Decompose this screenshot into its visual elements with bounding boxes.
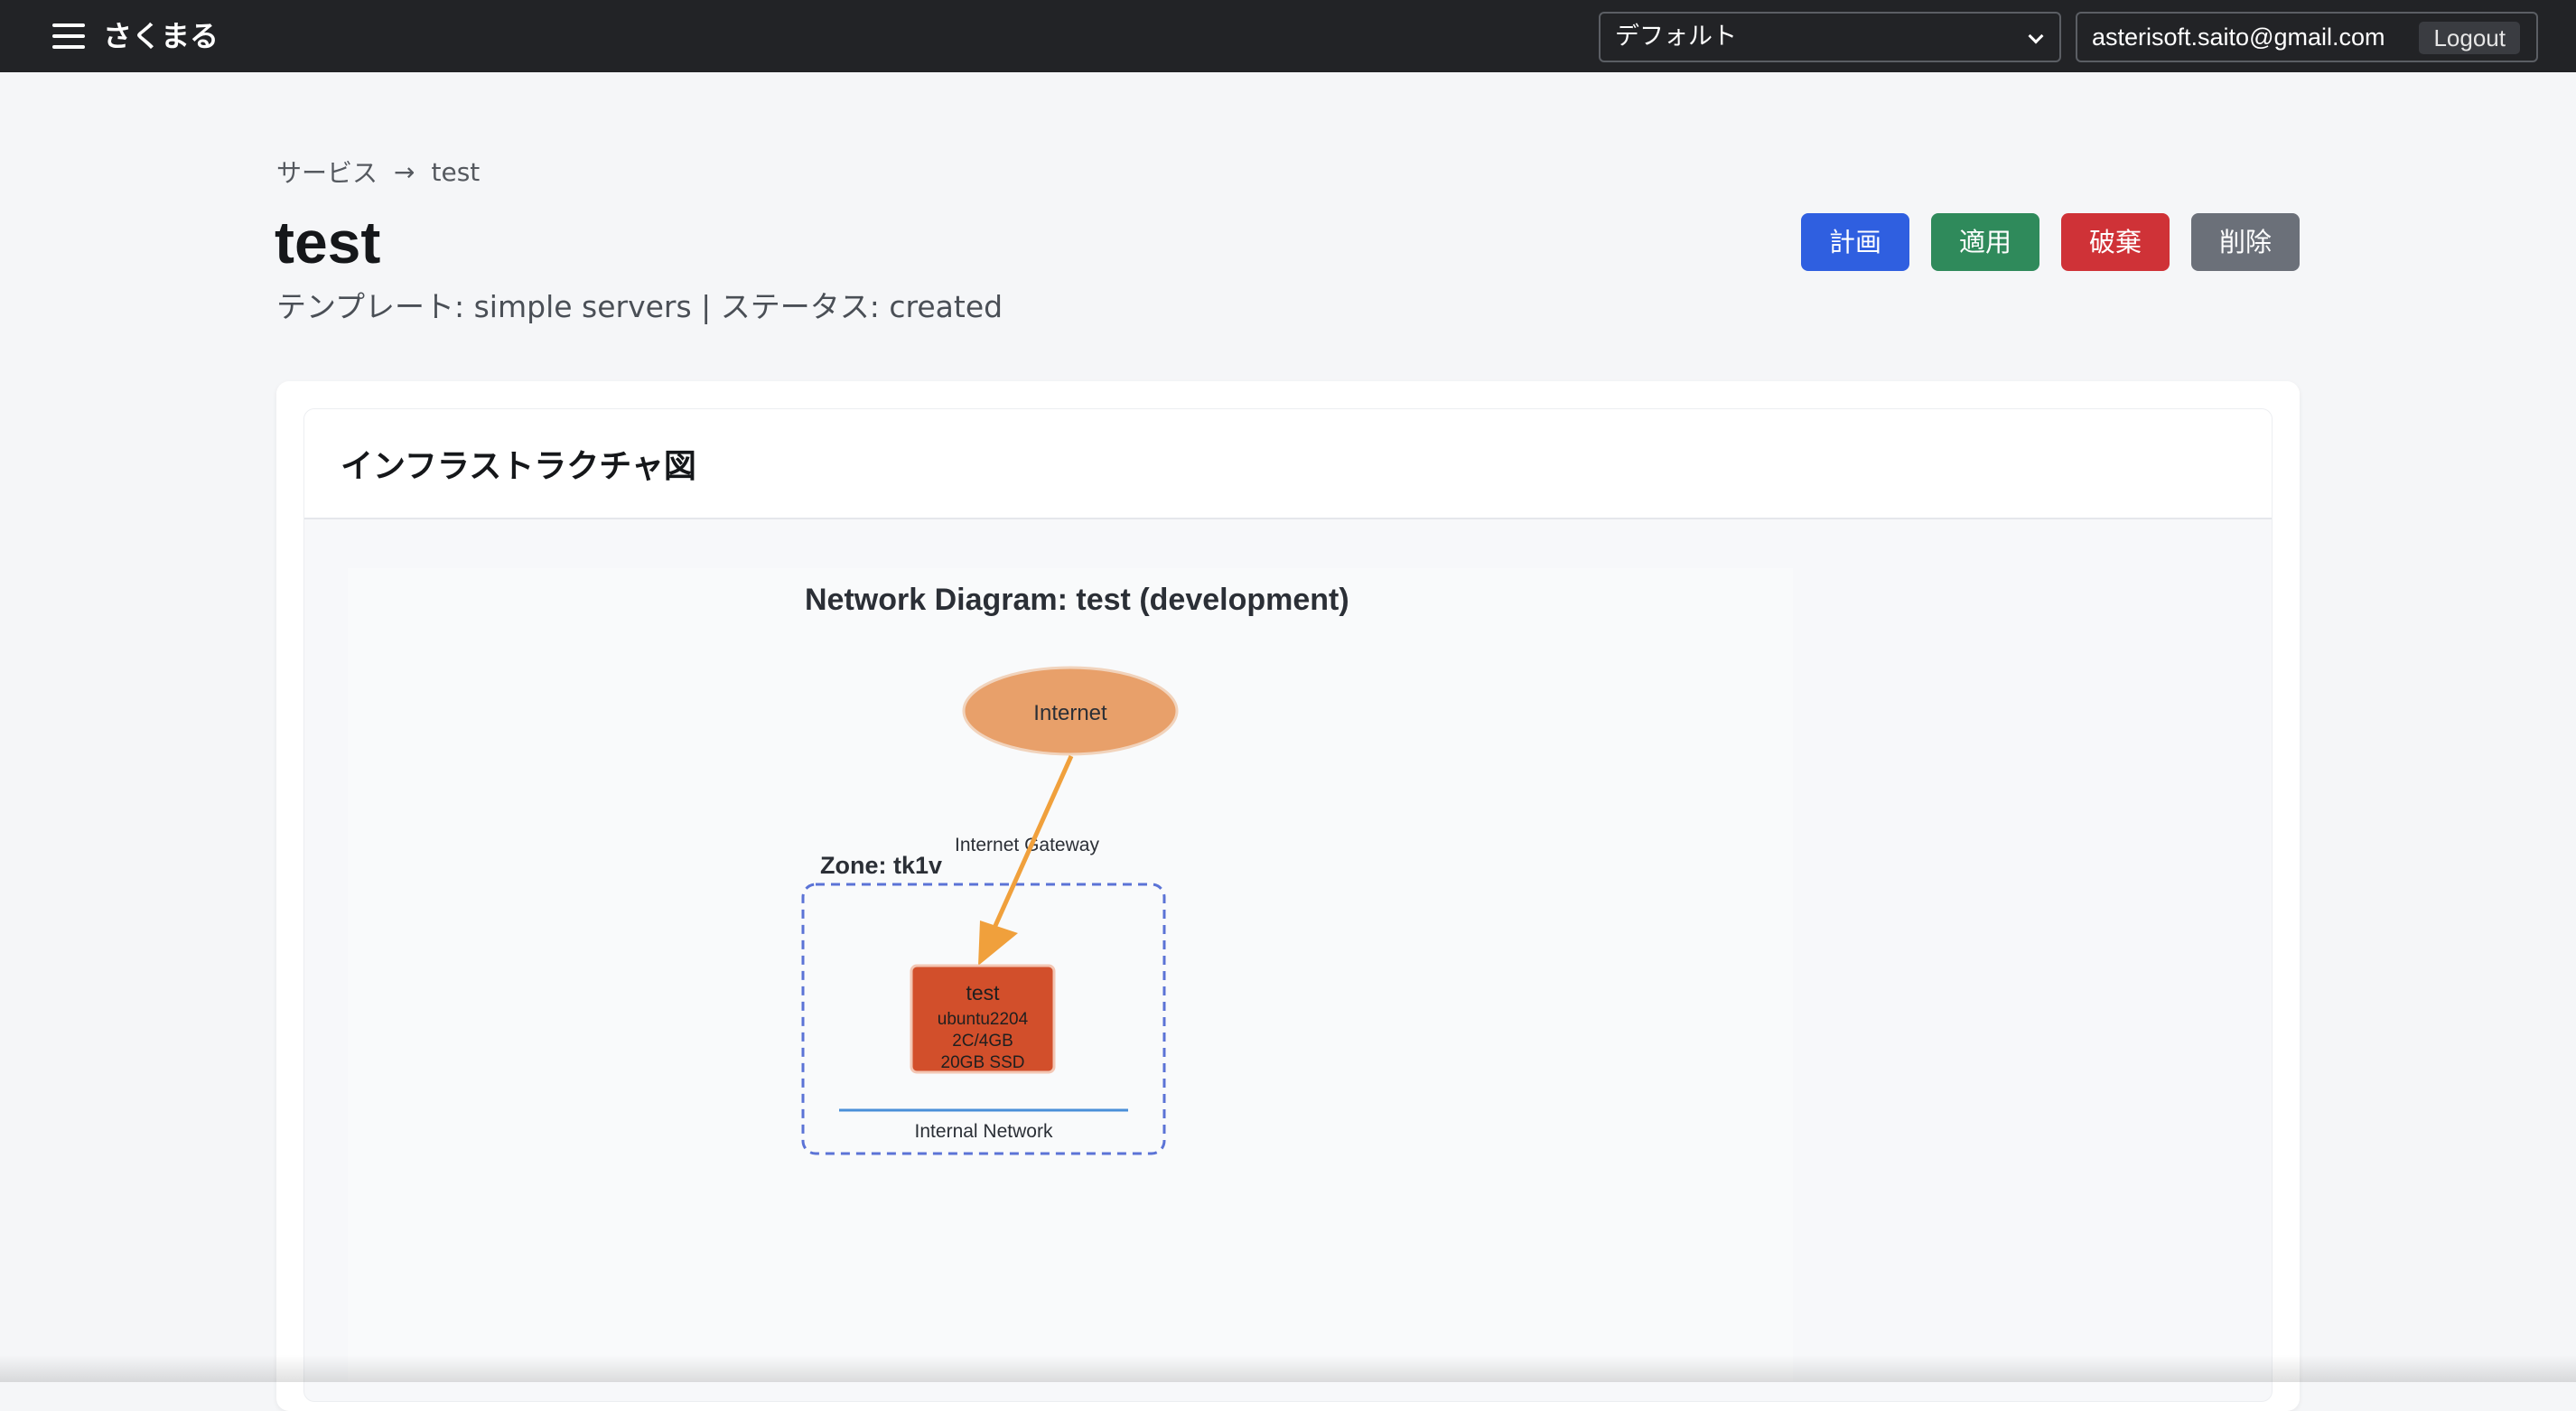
user-menu: asterisoft.saito@gmail.com Logout [2076, 12, 2538, 62]
project-select[interactable]: デフォルト [1599, 12, 2061, 62]
user-email: asterisoft.saito@gmail.com [2092, 23, 2385, 51]
network-diagram: Network Diagram: test (development) Inte… [348, 568, 1793, 1381]
apply-button[interactable]: 適用 [1931, 213, 2039, 271]
breadcrumb: サービス → test [276, 154, 480, 190]
breadcrumb-services-link[interactable]: サービス [276, 154, 378, 190]
menu-icon[interactable] [52, 23, 85, 49]
network-diagram-svg: Network Diagram: test (development) Inte… [348, 568, 1793, 1381]
infrastructure-card: インフラストラクチャ図 Network Diagram: test (devel… [276, 381, 2300, 1411]
internet-label: Internet [1033, 701, 1107, 725]
breadcrumb-separator: → [394, 157, 415, 187]
logout-button[interactable]: Logout [2419, 22, 2520, 54]
zone-label: Zone: tk1v [820, 852, 942, 879]
server-disk: 20GB SSD [941, 1053, 1025, 1072]
card-header: インフラストラクチャ図 [304, 409, 2272, 519]
page-title: test [275, 206, 380, 278]
server-name: test [966, 981, 1000, 1005]
internal-network-label: Internal Network [915, 1121, 1053, 1142]
gateway-arrowhead [978, 920, 1018, 966]
card-title: インフラストラクチャ図 [341, 440, 696, 487]
destroy-button[interactable]: 破棄 [2061, 213, 2170, 271]
infrastructure-card-inner: インフラストラクチャ図 Network Diagram: test (devel… [303, 408, 2273, 1402]
delete-button[interactable]: 削除 [2191, 213, 2300, 271]
chevron-down-icon [2029, 29, 2044, 44]
action-buttons: 計画 適用 破棄 削除 [1801, 213, 2300, 271]
server-os: ubuntu2204 [938, 1010, 1029, 1029]
page-subtitle: テンプレート: simple servers | ステータス: created [276, 287, 1003, 327]
plan-button[interactable]: 計画 [1801, 213, 1909, 271]
breadcrumb-current: test [431, 157, 480, 187]
top-navbar: さくまる デフォルト asterisoft.saito@gmail.com Lo… [0, 0, 2576, 72]
bottom-shadow [0, 1355, 2576, 1382]
project-select-value: デフォルト [1615, 23, 1737, 51]
app-brand[interactable]: さくまる [103, 16, 219, 56]
server-spec: 2C/4GB [952, 1032, 1013, 1051]
diagram-title: Network Diagram: test (development) [805, 583, 1349, 617]
